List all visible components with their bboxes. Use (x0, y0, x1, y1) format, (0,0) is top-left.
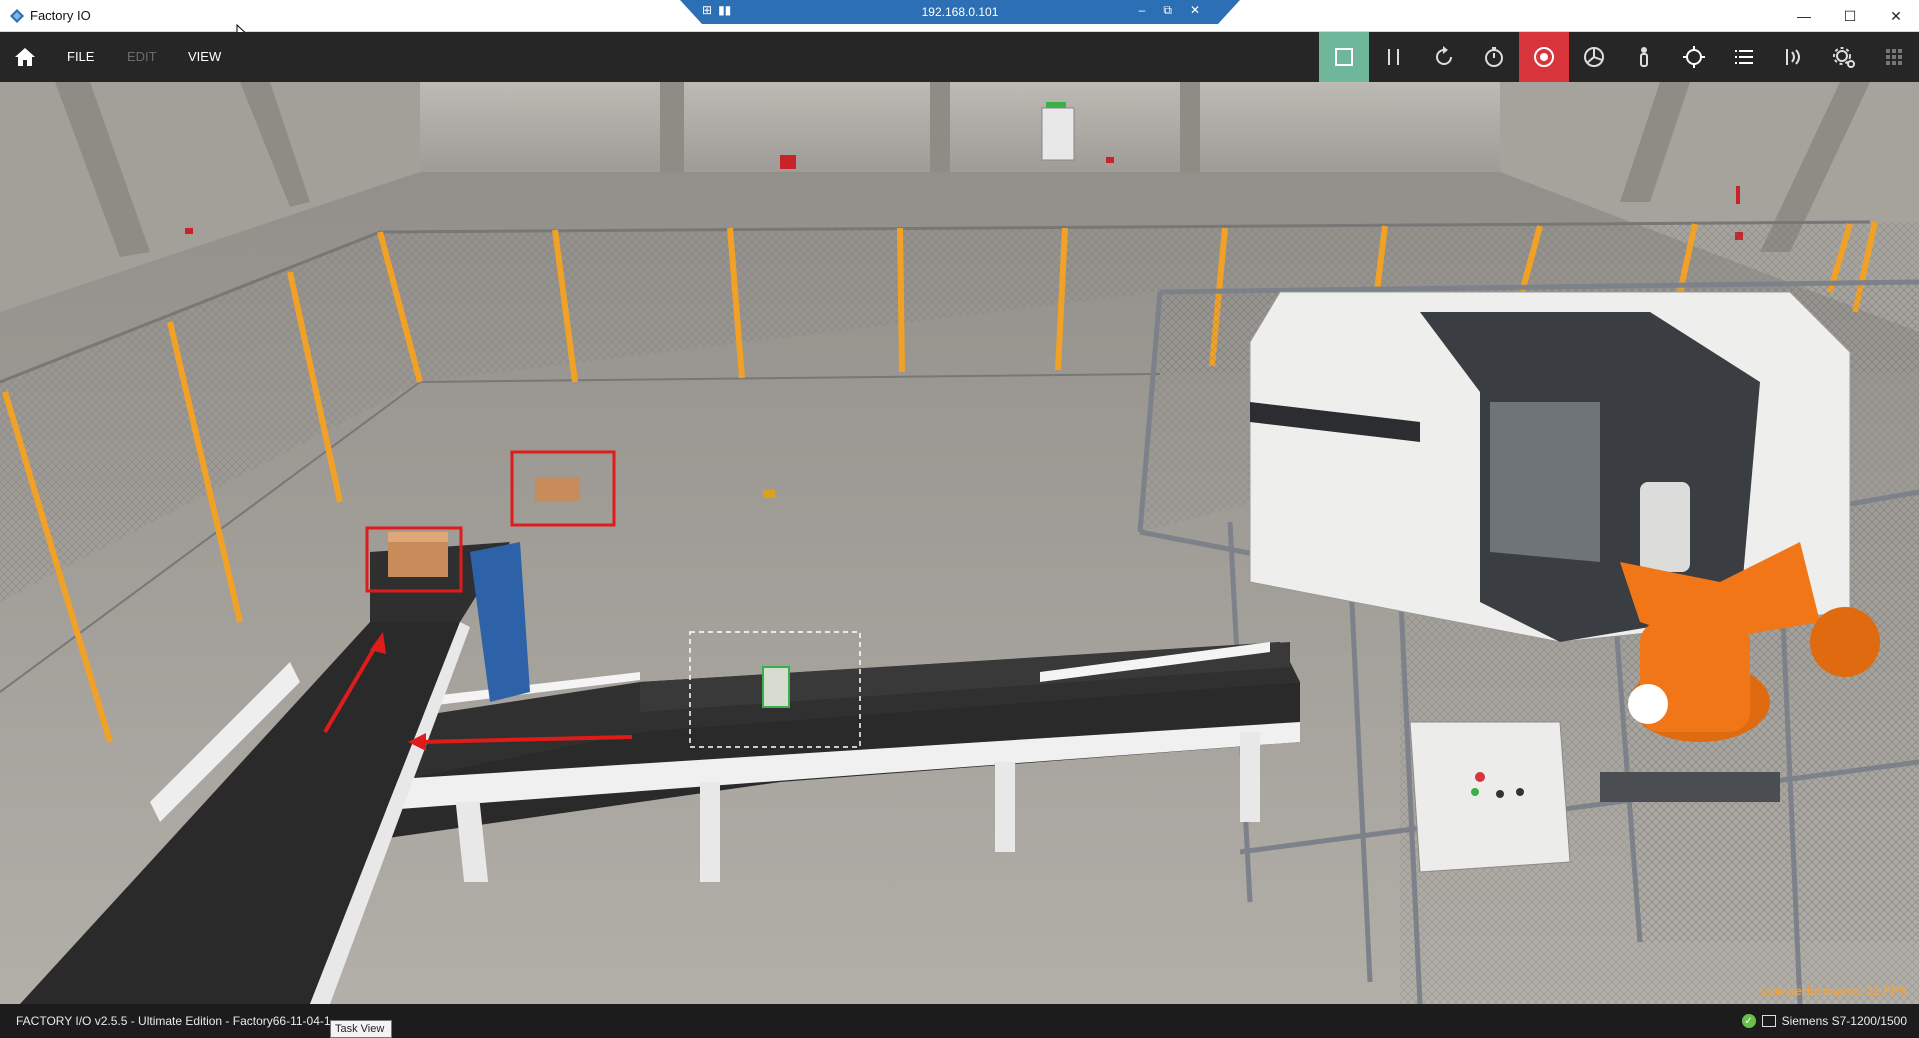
factory-io-logo-icon (10, 9, 24, 23)
sensors-icon[interactable] (1769, 32, 1819, 82)
minimize-button[interactable]: — (1781, 0, 1827, 32)
scene-viewport[interactable]: Low performance: 11 FPS (0, 82, 1919, 1004)
toolbar (1319, 32, 1919, 82)
home-icon[interactable] (12, 44, 38, 70)
target-icon[interactable] (1669, 32, 1719, 82)
menu-edit: EDIT (127, 49, 157, 64)
performance-warning: Low performance: 11 FPS (1760, 984, 1907, 998)
status-version: FACTORY I/O v2.5.5 - Ultimate Edition - … (16, 1014, 331, 1028)
close-button[interactable]: ✕ (1873, 0, 1919, 32)
menu-view[interactable]: VIEW (188, 49, 221, 64)
remote-close-button[interactable]: ✕ (1190, 3, 1200, 18)
driver-name[interactable]: Siemens S7-1200/1500 (1782, 1014, 1907, 1028)
stop-icon[interactable] (1319, 32, 1369, 82)
plc-icon (1761, 1015, 1776, 1027)
list-icon[interactable] (1719, 32, 1769, 82)
settings-icon[interactable] (1819, 32, 1869, 82)
reset-icon[interactable] (1419, 32, 1469, 82)
green-part (762, 666, 790, 708)
menu-file[interactable]: FILE (67, 49, 94, 64)
status-bar: FACTORY I/O v2.5.5 - Ultimate Edition - … (0, 1004, 1919, 1038)
remote-restore-button[interactable]: ⧉ (1163, 3, 1172, 18)
person-icon[interactable] (1619, 32, 1669, 82)
window-title: Factory IO (30, 8, 91, 23)
record-icon[interactable] (1519, 32, 1569, 82)
back-wall (420, 82, 1500, 172)
timer-icon[interactable] (1469, 32, 1519, 82)
task-view-tooltip: Task View (330, 1020, 392, 1038)
window-titlebar: Factory IO ⊞ ▮▮ 192.168.0.101 – ⧉ ✕ — ☐ … (0, 0, 1919, 32)
grid-icon[interactable] (1869, 32, 1919, 82)
cardboard-box-falling (535, 477, 580, 502)
connected-check-icon: ✓ (1741, 1014, 1756, 1028)
camera-orbit-icon[interactable] (1569, 32, 1619, 82)
control-box (1409, 721, 1571, 873)
maximize-button[interactable]: ☐ (1827, 0, 1873, 32)
pause-icon[interactable] (1369, 32, 1419, 82)
remote-connection-bar: ⊞ ▮▮ 192.168.0.101 – ⧉ ✕ (680, 0, 1240, 24)
menu-bar: FILE EDIT VIEW (0, 32, 1919, 82)
exit-door (1041, 107, 1075, 161)
remote-minimize-button[interactable]: – (1139, 3, 1146, 18)
